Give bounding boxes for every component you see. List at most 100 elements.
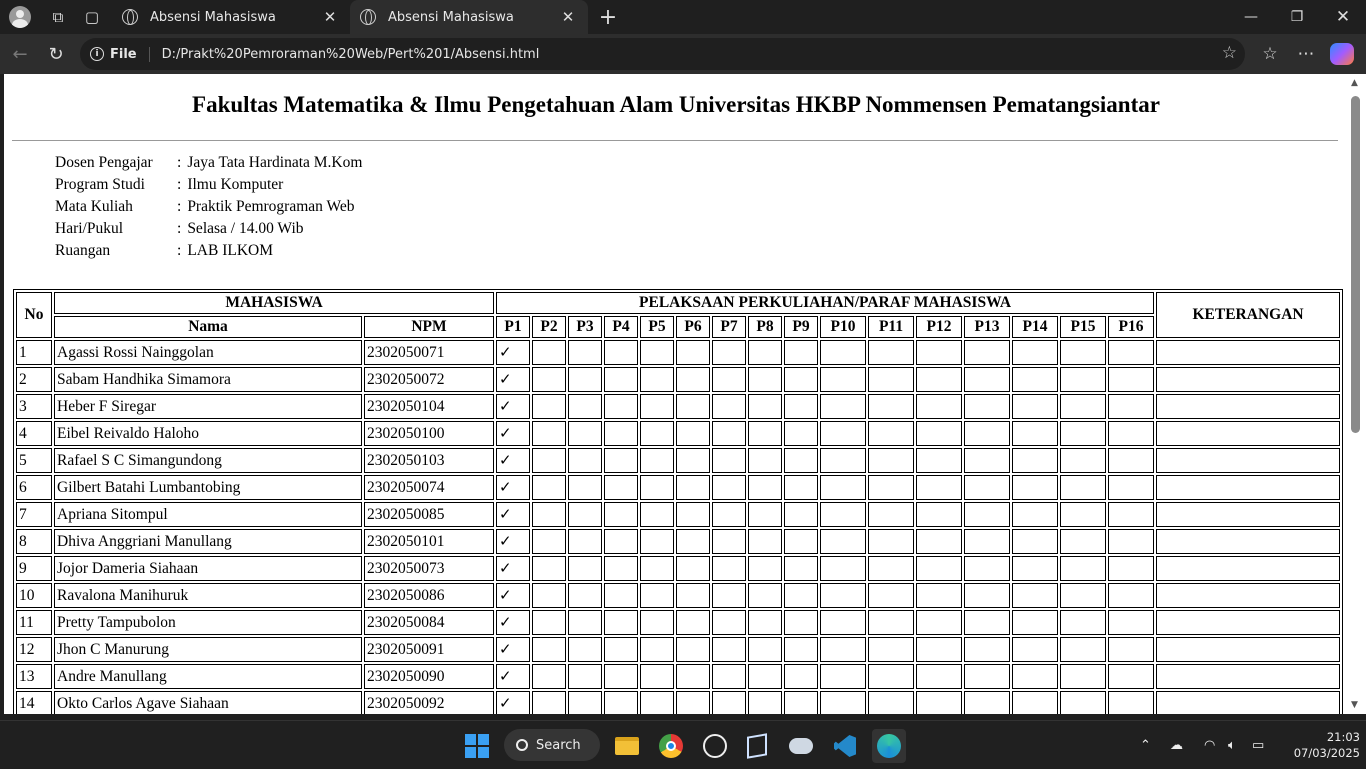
cell-session bbox=[532, 637, 567, 662]
new-tab-icon[interactable]: + bbox=[594, 3, 622, 31]
taskbar-clock[interactable]: 21:03 07/03/2025 bbox=[1290, 729, 1360, 761]
tab-inactive[interactable]: Absensi Mahasiswa ✕ bbox=[112, 0, 350, 34]
cell-session: ✓ bbox=[496, 340, 531, 365]
more-menu-icon[interactable]: ⋯ bbox=[1288, 36, 1324, 72]
cell-session bbox=[1012, 475, 1059, 500]
cell-keterangan bbox=[1156, 367, 1341, 392]
close-tab-icon[interactable]: ✕ bbox=[558, 8, 578, 26]
cell-session bbox=[868, 691, 915, 714]
cell-session bbox=[640, 367, 675, 392]
onedrive-icon[interactable]: ☁ bbox=[1170, 721, 1183, 769]
cell-no: 6 bbox=[16, 475, 52, 500]
page-heading: Fakultas Matematika & Ilmu Pengetahuan A… bbox=[192, 92, 1160, 117]
close-tab-icon[interactable]: ✕ bbox=[320, 8, 340, 26]
cell-no: 4 bbox=[16, 421, 52, 446]
info-value: Jaya Tata Hardinata M.Kom bbox=[187, 154, 363, 171]
cell-session bbox=[532, 691, 567, 714]
info-separator: : bbox=[177, 242, 182, 259]
windows-start-icon[interactable] bbox=[460, 729, 494, 763]
app-icon[interactable] bbox=[784, 729, 818, 763]
cell-session bbox=[820, 448, 867, 473]
address-bar[interactable]: i File D:/Prakt%20Pemroraman%20Web/Pert%… bbox=[80, 38, 1245, 70]
cell-session bbox=[820, 502, 867, 527]
cell-session bbox=[1012, 394, 1059, 419]
info-separator: : bbox=[177, 198, 182, 215]
cell-nama: Pretty Tampubolon bbox=[54, 610, 362, 635]
page-viewport: Fakultas Matematika & Ilmu Pengetahuan A… bbox=[4, 74, 1348, 714]
cell-session bbox=[820, 691, 867, 714]
volume-icon[interactable]: 🔈︎ bbox=[1228, 721, 1236, 769]
cell-session bbox=[1060, 583, 1107, 608]
close-window-icon[interactable]: ✕ bbox=[1320, 0, 1366, 34]
refresh-icon[interactable]: ↻ bbox=[38, 36, 74, 72]
file-explorer-icon[interactable] bbox=[610, 729, 644, 763]
cell-session bbox=[820, 340, 867, 365]
cell-session bbox=[604, 637, 639, 662]
cell-session bbox=[820, 367, 867, 392]
cell-session bbox=[676, 610, 711, 635]
chrome-icon[interactable] bbox=[654, 729, 688, 763]
favorites-icon[interactable]: ☆ bbox=[1252, 36, 1288, 72]
scrollbar-thumb[interactable] bbox=[1351, 96, 1360, 433]
cell-session bbox=[676, 529, 711, 554]
cell-session bbox=[568, 664, 603, 689]
cell-session bbox=[604, 556, 639, 581]
vertical-tabs-icon[interactable]: ▢ bbox=[78, 3, 106, 31]
edge-icon[interactable] bbox=[872, 729, 906, 763]
profile-icon[interactable] bbox=[6, 3, 34, 31]
cell-session bbox=[712, 367, 747, 392]
cell-session: ✓ bbox=[496, 394, 531, 419]
tray-chevron-icon[interactable]: ⌃ bbox=[1140, 721, 1151, 769]
tab-active[interactable]: Absensi Mahasiswa ✕ bbox=[350, 0, 588, 34]
cell-session bbox=[748, 394, 783, 419]
cell-session bbox=[748, 475, 783, 500]
cell-session bbox=[868, 502, 915, 527]
scroll-down-icon[interactable]: ▼ bbox=[1351, 700, 1358, 710]
cell-session bbox=[532, 475, 567, 500]
cell-session bbox=[784, 610, 819, 635]
maximize-icon[interactable]: ❐ bbox=[1274, 0, 1320, 34]
header-session: P14 bbox=[1012, 316, 1059, 338]
battery-icon[interactable]: ▭ bbox=[1252, 721, 1264, 769]
scroll-up-icon[interactable]: ▲ bbox=[1351, 78, 1358, 88]
wifi-icon[interactable]: ◠ bbox=[1204, 721, 1215, 769]
virtualbox-icon[interactable] bbox=[740, 729, 774, 763]
table-row: 12 Jhon C Manurung 2302050091 ✓ bbox=[16, 637, 1341, 662]
cell-session bbox=[676, 583, 711, 608]
cell-session bbox=[640, 340, 675, 365]
vertical-scrollbar[interactable]: ▲ ▼ bbox=[1348, 74, 1366, 714]
header-session: P4 bbox=[604, 316, 639, 338]
taskbar-search[interactable]: Search bbox=[504, 729, 600, 761]
cell-session bbox=[964, 421, 1011, 446]
cell-session bbox=[1060, 664, 1107, 689]
back-icon[interactable]: ← bbox=[2, 36, 38, 72]
cell-session bbox=[964, 340, 1011, 365]
cell-nama: Jhon C Manurung bbox=[54, 637, 362, 662]
cell-session bbox=[916, 394, 963, 419]
workspaces-icon[interactable]: ⧉ bbox=[44, 3, 72, 31]
cell-session bbox=[964, 448, 1011, 473]
cell-session: ✓ bbox=[496, 448, 531, 473]
cell-session bbox=[964, 394, 1011, 419]
info-row: Program Studi: Ilmu Komputer bbox=[52, 174, 365, 196]
minimize-icon[interactable]: — bbox=[1228, 0, 1274, 34]
header-session: P5 bbox=[640, 316, 675, 338]
header-session: P9 bbox=[784, 316, 819, 338]
cell-no: 7 bbox=[16, 502, 52, 527]
cell-nama: Heber F Siregar bbox=[54, 394, 362, 419]
cell-session bbox=[784, 583, 819, 608]
globe-icon bbox=[360, 9, 376, 25]
cell-keterangan bbox=[1156, 502, 1341, 527]
copilot-icon[interactable] bbox=[1330, 43, 1354, 65]
cell-session bbox=[964, 502, 1011, 527]
whatsapp-icon[interactable] bbox=[698, 729, 732, 763]
cell-session bbox=[1060, 367, 1107, 392]
info-row: Ruangan: LAB ILKOM bbox=[52, 240, 365, 262]
cell-session bbox=[748, 529, 783, 554]
url-text[interactable]: D:/Prakt%20Pemroraman%20Web/Pert%201/Abs… bbox=[162, 47, 540, 62]
info-icon[interactable]: i bbox=[90, 47, 104, 61]
vscode-icon[interactable] bbox=[828, 729, 862, 763]
table-row: 7 Apriana Sitompul 2302050085 ✓ bbox=[16, 502, 1341, 527]
favorite-star-icon[interactable]: ☆ bbox=[1222, 43, 1237, 63]
cell-keterangan bbox=[1156, 529, 1341, 554]
